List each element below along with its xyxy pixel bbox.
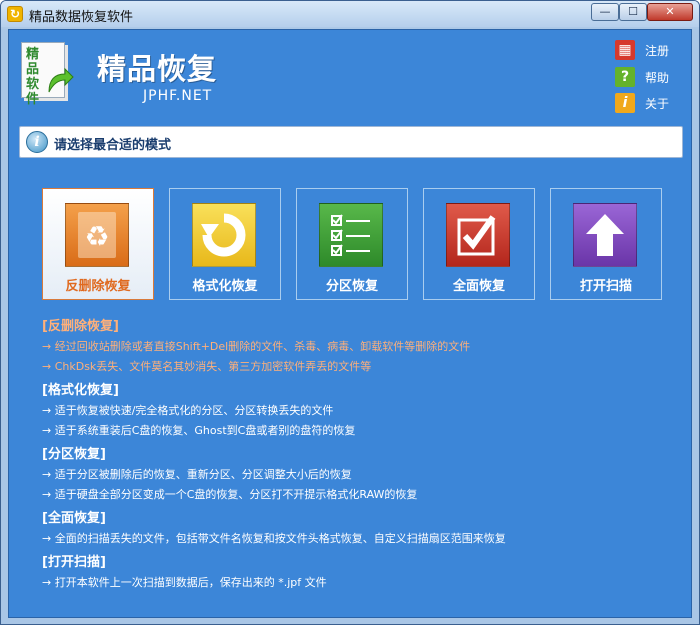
main-panel: 精品软件 精品恢复 JPHF.NET ▦ 注册 ? 帮助 i 关于 i 请选择最…: [8, 29, 692, 618]
format-recovery-button[interactable]: 格式化恢复: [169, 188, 281, 300]
mode-prompt-bar: i 请选择最合适的模式: [19, 126, 683, 158]
recycle-icon: ♻: [65, 203, 129, 267]
section-line: → 经过回收站删除或者直接Shift+Del删除的文件、杀毒、病毒、卸载软件等删…: [42, 340, 471, 353]
section-line: → 适于分区被删除后的恢复、重新分区、分区调整大小后的恢复: [42, 468, 352, 481]
open-scan-button[interactable]: 打开扫描: [550, 188, 662, 300]
app-window: ↻ 精品数据恢复软件 — ☐ ✕ 精品软件 精品恢复 JPHF.NET ▦ 注册…: [0, 0, 700, 625]
section-line: → 适于系统重装后C盘的恢复、Ghost到C盘或者别的盘符的恢复: [42, 424, 356, 437]
format-description: [格式化恢复] → 适于恢复被快速/完全格式化的分区、分区转换丢失的文件 → 适…: [42, 381, 682, 441]
full-recovery-button[interactable]: 全面恢复: [423, 188, 535, 300]
logo-text: 精品软件: [26, 47, 40, 107]
partition-recovery-button[interactable]: 分区恢复: [296, 188, 408, 300]
section-line: → 打开本软件上一次扫描到数据后，保存出来的 *.jpf 文件: [42, 576, 327, 589]
rotate-arrow-icon: [192, 203, 256, 267]
window-title: 精品数据恢复软件: [29, 10, 134, 25]
full-recovery-label: 全面恢复: [452, 279, 505, 294]
undelete-recovery-label: 反删除恢复: [65, 279, 131, 294]
partition-recovery-label: 分区恢复: [325, 279, 378, 294]
checkmark-icon: [446, 203, 510, 267]
info-icon: i: [615, 93, 635, 113]
minimize-button[interactable]: —: [591, 3, 619, 21]
mode-descriptions: [反删除恢复] → 经过回收站删除或者直接Shift+Del删除的文件、杀毒、病…: [42, 317, 682, 597]
close-button[interactable]: ✕: [647, 3, 693, 21]
mode-prompt-text: 请选择最合适的模式: [54, 138, 172, 153]
section-line: → 适于恢复被快速/完全格式化的分区、分区转换丢失的文件: [42, 404, 334, 417]
open-scan-label: 打开扫描: [579, 279, 632, 294]
help-label: 帮助: [645, 71, 670, 85]
undelete-description: [反删除恢复] → 经过回收站删除或者直接Shift+Del删除的文件、杀毒、病…: [42, 317, 682, 377]
help-icon: ?: [615, 67, 635, 87]
section-title: [格式化恢复]: [42, 383, 119, 398]
logo-arrow-icon: [48, 67, 74, 93]
format-recovery-label: 格式化恢复: [192, 279, 258, 294]
brand-subtitle: JPHF.NET: [143, 88, 213, 104]
checklist-icon: [319, 203, 383, 267]
register-label: 注册: [645, 44, 670, 58]
maximize-button[interactable]: ☐: [619, 3, 647, 21]
open-scan-description: [打开扫描] → 打开本软件上一次扫描到数据后，保存出来的 *.jpf 文件: [42, 553, 682, 593]
svg-text:♻: ♻: [84, 220, 109, 253]
upload-arrow-icon: [573, 203, 637, 267]
title-bar[interactable]: ↻ 精品数据恢复软件 — ☐ ✕: [1, 1, 699, 27]
section-line: → ChkDsk丢失、文件莫名其妙消失、第三方加密软件弄丢的文件等: [42, 360, 372, 373]
brand-title: 精品恢复: [97, 52, 218, 86]
section-title: [分区恢复]: [42, 447, 106, 462]
section-line: → 全面的扫描丢失的文件，包括带文件名恢复和按文件头格式恢复、自定义扫描扇区范围…: [42, 532, 506, 545]
partition-description: [分区恢复] → 适于分区被删除后的恢复、重新分区、分区调整大小后的恢复 → 适…: [42, 445, 682, 505]
section-line: → 适于硬盘全部分区变成一个C盘的恢复、分区打不开提示格式化RAW的恢复: [42, 488, 418, 501]
app-icon: ↻: [7, 6, 23, 22]
section-title: [打开扫描]: [42, 555, 106, 570]
undelete-recovery-button[interactable]: ♻ 反删除恢复: [42, 188, 154, 300]
section-title: [全面恢复]: [42, 511, 106, 526]
full-description: [全面恢复] → 全面的扫描丢失的文件，包括带文件名恢复和按文件头格式恢复、自定…: [42, 509, 682, 549]
section-title: [反删除恢复]: [42, 319, 119, 334]
info-circle-icon: i: [26, 131, 48, 153]
about-label: 关于: [645, 97, 670, 111]
cart-icon: ▦: [615, 40, 635, 60]
